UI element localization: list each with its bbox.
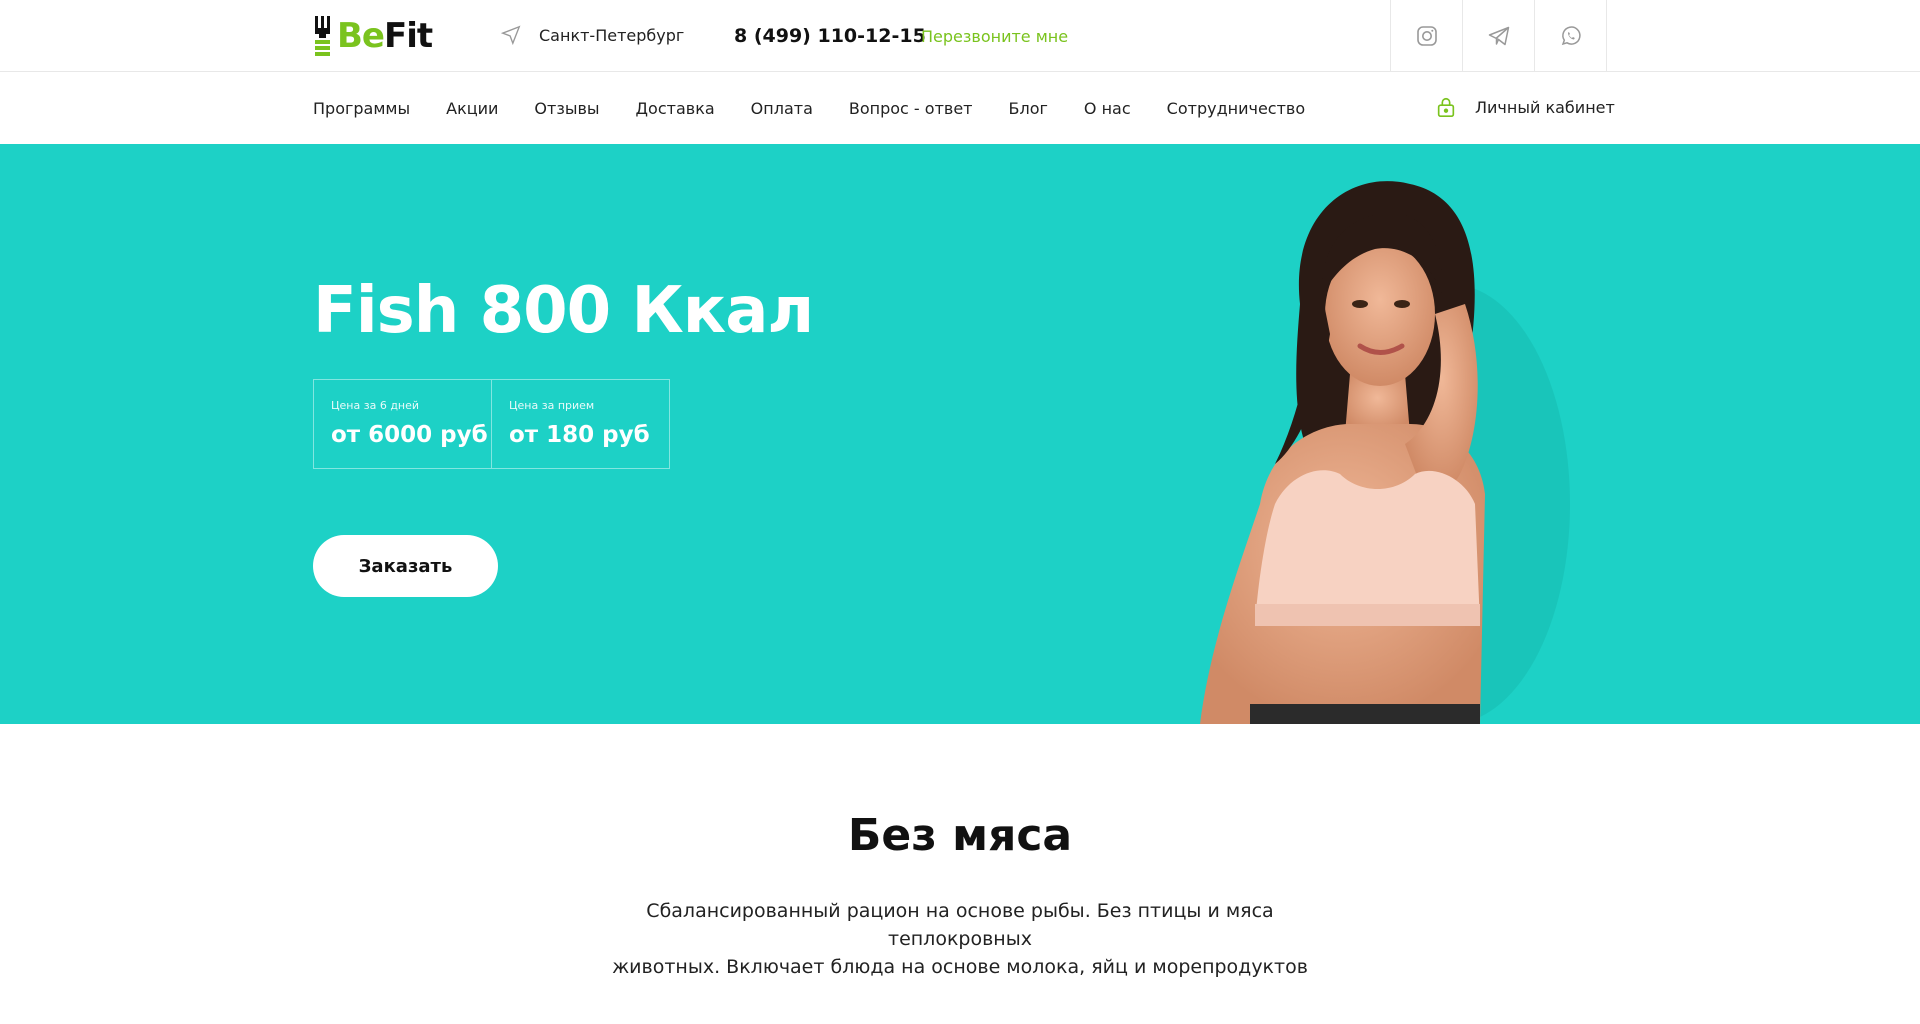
price-label: Цена за прием bbox=[509, 399, 595, 412]
telegram-link[interactable] bbox=[1462, 0, 1534, 71]
fork-logo-icon bbox=[315, 16, 330, 56]
logo-be: Be bbox=[337, 16, 385, 56]
nav-item-reviews[interactable]: Отзывы bbox=[534, 99, 599, 118]
price-box-6-days: Цена за 6 дней от 6000 руб bbox=[314, 380, 491, 468]
nav-item-delivery[interactable]: Доставка bbox=[636, 99, 715, 118]
hero-title: Fish 800 Ккал bbox=[313, 274, 814, 348]
hero-banner: Fish 800 Ккал Цена за 6 дней от 6000 руб… bbox=[0, 144, 1920, 724]
whatsapp-icon bbox=[1561, 25, 1581, 45]
price-table: Цена за 6 дней от 6000 руб Цена за прием… bbox=[313, 379, 670, 469]
nav-item-programs[interactable]: Программы bbox=[313, 99, 410, 118]
description-line-1: Сбалансированный рацион на основе рыбы. … bbox=[646, 900, 1274, 950]
nav-item-about[interactable]: О нас bbox=[1084, 99, 1131, 118]
logo-text: BeFit bbox=[337, 16, 433, 56]
instagram-icon bbox=[1416, 25, 1437, 46]
nav-item-promotions[interactable]: Акции bbox=[446, 99, 498, 118]
section-description: Сбалансированный рацион на основе рыбы. … bbox=[580, 897, 1340, 981]
callback-link[interactable]: Перезвоните мне bbox=[921, 27, 1068, 46]
logo-fit: Fit bbox=[383, 16, 433, 56]
nav-item-partnership[interactable]: Сотрудничество bbox=[1167, 99, 1305, 118]
nav-item-faq[interactable]: Вопрос - ответ bbox=[849, 99, 973, 118]
lock-icon bbox=[1437, 97, 1455, 117]
social-links bbox=[1390, 0, 1607, 71]
logo[interactable]: BeFit bbox=[313, 16, 433, 56]
woman-photo bbox=[1200, 181, 1570, 724]
instagram-link[interactable] bbox=[1390, 0, 1462, 71]
price-label: Цена за 6 дней bbox=[331, 399, 420, 412]
top-header: BeFit Санкт-Петербург 8 (499) 110-12-15 … bbox=[0, 0, 1920, 72]
nav-item-blog[interactable]: Блог bbox=[1009, 99, 1048, 118]
description-line-2: животных. Включает блюда на основе молок… bbox=[612, 956, 1308, 978]
city-selector[interactable]: Санкт-Петербург bbox=[500, 24, 684, 46]
account-label: Личный кабинет bbox=[1475, 97, 1615, 117]
main-nav: Программы Акции Отзывы Доставка Оплата В… bbox=[0, 72, 1920, 144]
price-value: от 6000 руб bbox=[331, 422, 488, 448]
order-button[interactable]: Заказать bbox=[313, 535, 498, 597]
nav-item-payment[interactable]: Оплата bbox=[751, 99, 813, 118]
city-name: Санкт-Петербург bbox=[539, 25, 685, 45]
whatsapp-link[interactable] bbox=[1534, 0, 1607, 71]
telegram-icon bbox=[1488, 26, 1509, 45]
phone-number[interactable]: 8 (499) 110-12-15 bbox=[734, 25, 926, 47]
program-description: Без мяса Сбалансированный рацион на осно… bbox=[0, 810, 1920, 981]
account-link[interactable]: Личный кабинет bbox=[1435, 96, 1615, 118]
location-arrow-icon bbox=[500, 25, 521, 46]
nav-items: Программы Акции Отзывы Доставка Оплата В… bbox=[313, 72, 1341, 144]
price-value: от 180 руб bbox=[509, 422, 650, 448]
price-box-per-meal: Цена за прием от 180 руб bbox=[491, 380, 669, 468]
section-title: Без мяса bbox=[847, 810, 1073, 861]
